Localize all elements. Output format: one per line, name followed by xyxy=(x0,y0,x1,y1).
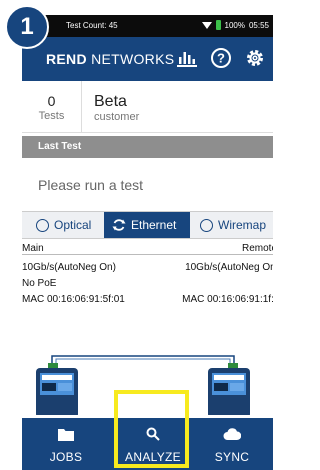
last-test-title: Last Test xyxy=(38,141,82,152)
cable-icon xyxy=(48,355,238,369)
appbar-actions: ? xyxy=(175,46,267,70)
remote-speed: 10Gb/s(AutoNeg On) xyxy=(185,262,273,273)
test-count-box: 0 Tests xyxy=(22,81,82,133)
cloud-icon xyxy=(202,427,262,449)
nav-sync-label: SYNC xyxy=(214,450,250,464)
refresh-icon xyxy=(112,219,126,231)
radio-icon xyxy=(36,218,49,232)
radio-icon xyxy=(200,218,213,232)
main-mac: MAC 00:16:06:91:5f:01 xyxy=(22,294,125,305)
svg-text:?: ? xyxy=(217,51,225,66)
remote-column-header: Remote xyxy=(241,243,273,254)
remote-device-icon xyxy=(208,368,250,418)
tab-label: Ethernet xyxy=(131,218,177,232)
run-test-message: Please run a test xyxy=(38,177,144,193)
nav-sync[interactable]: SYNC xyxy=(202,418,262,470)
main-device-icon xyxy=(36,368,78,418)
main-column-header: Main xyxy=(22,243,44,254)
tab-label: Wiremap xyxy=(218,218,267,232)
test-count-number: 0 xyxy=(47,93,56,109)
clock: 05:55 xyxy=(248,20,269,30)
project-subtitle: customer xyxy=(94,111,140,123)
tab-ethernet[interactable]: Ethernet xyxy=(104,212,190,238)
help-icon[interactable]: ? xyxy=(209,46,233,70)
gear-icon[interactable] xyxy=(243,46,267,70)
wifi-icon xyxy=(201,21,212,29)
battery-icon xyxy=(215,20,221,30)
status-icons: 100% 05:55 xyxy=(201,20,269,30)
test-type-tabs: Optical Ethernet Wiremap xyxy=(22,211,273,239)
battery-level: 100% xyxy=(224,20,245,30)
nav-jobs[interactable]: JOBS xyxy=(36,418,96,470)
last-test-header: Last Test xyxy=(22,136,273,158)
analyze-highlight-box xyxy=(114,390,189,468)
brand-logo: REND NETWORKS xyxy=(46,51,175,67)
main-speed: 10Gb/s(AutoNeg On) xyxy=(22,262,116,273)
results-divider xyxy=(22,254,273,255)
tab-optical[interactable]: Optical xyxy=(36,212,91,238)
test-count: Test Count: 45 xyxy=(66,21,118,30)
status-bar: Test Count: 45 100% 05:55 xyxy=(22,15,273,37)
main-poe: No PoE xyxy=(22,278,57,289)
folder-icon xyxy=(36,427,96,449)
project-name: Beta xyxy=(94,93,127,110)
tab-label: Optical xyxy=(54,218,92,232)
tab-wiremap[interactable]: Wiremap xyxy=(200,212,266,238)
step-number-badge: 1 xyxy=(5,5,49,49)
remote-mac: MAC 00:16:06:91:1f:12 xyxy=(182,294,273,305)
test-count-label: Tests xyxy=(38,110,65,122)
nav-jobs-label: JOBS xyxy=(49,450,83,464)
bar-chart-icon[interactable] xyxy=(175,46,199,70)
app-bar: REND NETWORKS ? xyxy=(22,37,273,81)
project-summary[interactable]: 0 Tests Beta customer xyxy=(22,81,273,133)
